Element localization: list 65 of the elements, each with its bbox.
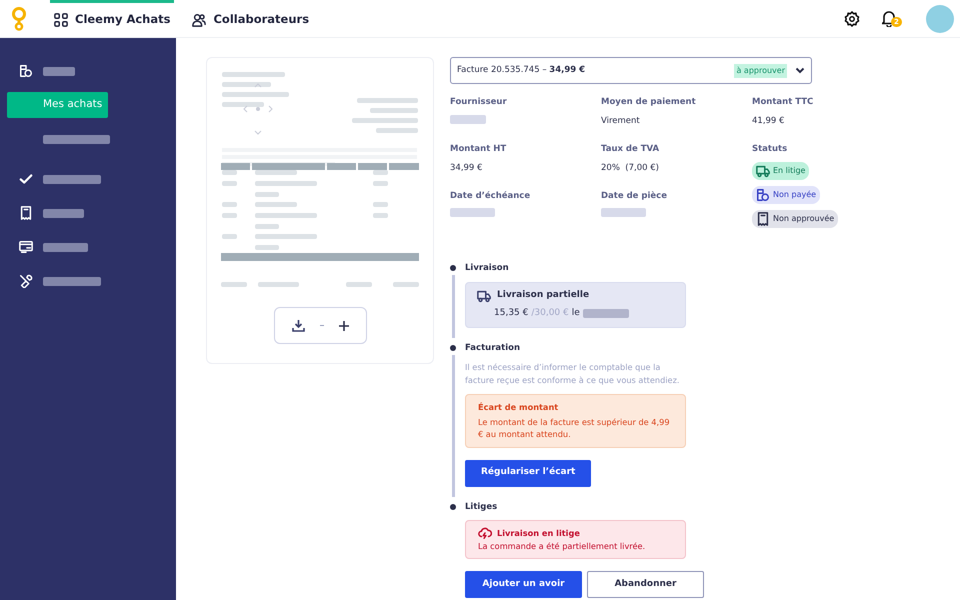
redacted-label	[43, 242, 88, 252]
regularize-button[interactable]: Régulariser l’écart	[465, 460, 592, 487]
redacted-value	[450, 114, 486, 124]
redacted-value	[450, 208, 495, 218]
chevron-down-icon	[795, 67, 805, 74]
step-description: Il est nécessaire d’informer le comptable que la facture reçue est conforme à ce que vous attendiez.	[465, 361, 680, 386]
timeline-dot	[450, 265, 456, 272]
nav-tab[interactable]: Collaborateurs	[188, 0, 314, 38]
card-icon	[19, 240, 33, 254]
field-label: Fournisseur	[450, 96, 508, 109]
alert-title: Écart de montant	[478, 400, 560, 414]
alert-text: Le montant de la facture est supérieur de 4,99 € au montant attendu.	[478, 416, 671, 441]
field-label: Date de pièce	[601, 190, 668, 202]
action-button[interactable]: Ajouter un avoir	[465, 570, 582, 598]
redacted-value	[601, 208, 646, 218]
redacted-date	[582, 309, 629, 318]
invoice-select[interactable]: Facture 20.535.745 – 34,99 € à approuver	[450, 57, 812, 84]
field-label: Montant HT	[450, 142, 508, 156]
people-icon	[192, 13, 206, 27]
step-title: Livraison	[465, 262, 510, 275]
field-label: Montant TTC	[752, 96, 812, 109]
step-title: Litiges	[465, 500, 498, 514]
coins-icon	[756, 188, 770, 202]
field-value: 20% (7,00 €)	[601, 162, 660, 172]
status-tag: à approuver	[734, 64, 787, 78]
coins-icon	[19, 64, 33, 78]
step-title: Facturation	[465, 342, 521, 354]
receipt-icon	[756, 212, 770, 226]
redacted-label	[43, 134, 110, 144]
field-value: Virement	[601, 114, 641, 126]
redacted-label	[43, 66, 75, 76]
logo-icon	[11, 6, 27, 30]
truck-icon	[756, 164, 770, 178]
alert-text: La commande a été partiellement livrée.	[478, 540, 646, 553]
check-icon	[19, 172, 33, 186]
total-amount: /30,00 €	[531, 307, 569, 320]
field-value: 41,99 €	[752, 114, 786, 126]
tools-icon	[19, 274, 33, 288]
field-label: Moyen de paiement	[601, 96, 697, 109]
card-title: Livraison partielle	[497, 289, 590, 302]
invoice-title: Facture 20.535.745 – 34,99 €	[457, 64, 586, 77]
truck-icon	[477, 289, 491, 303]
date-prefix: le	[572, 307, 580, 320]
field-label: Date d’échéance	[450, 190, 532, 202]
timeline-dot	[450, 344, 456, 350]
action-button[interactable]: Abandonner	[587, 570, 704, 598]
cloud-icon	[478, 526, 492, 540]
timeline-dot	[450, 504, 456, 510]
settings-icon[interactable]	[844, 10, 860, 26]
field-label: Taux de TVA	[601, 142, 660, 156]
receipt-icon	[19, 206, 33, 220]
field-label: Statuts	[752, 142, 788, 156]
redacted-label	[43, 276, 101, 286]
delivered-amount: 15,35 €	[494, 307, 528, 320]
alert-title: Livraison en litige	[497, 527, 580, 540]
status-badge: Non approuvée	[752, 210, 838, 228]
notification-bell-icon[interactable]	[882, 10, 896, 26]
grid-icon	[54, 13, 68, 27]
status-badge: En litige	[752, 162, 810, 180]
download-icon[interactable]	[292, 319, 305, 332]
field-value: 34,99 €	[450, 162, 484, 172]
zoom-in-icon[interactable]	[339, 320, 349, 330]
status-badge: Non payée	[752, 186, 820, 204]
redacted-label	[43, 208, 84, 218]
redacted-label	[43, 174, 101, 184]
